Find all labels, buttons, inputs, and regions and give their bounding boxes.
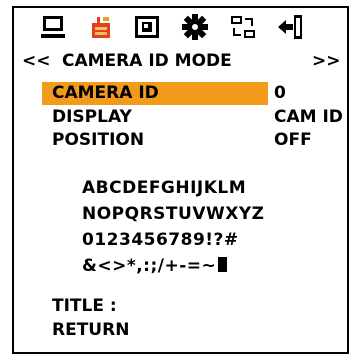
prev-mode-button[interactable]: << [22, 48, 51, 74]
menu-item-label: DISPLAY [52, 107, 132, 127]
charset-row[interactable]: ABCDEFGHIJKLM [82, 176, 246, 201]
menu-item-camera-id[interactable]: CAMERA ID 0 [42, 82, 342, 105]
charset-symbols[interactable]: &<>*,:;/+-=~ [82, 256, 216, 276]
network-icon[interactable] [228, 12, 258, 42]
menu-item-position[interactable]: POSITION OFF [42, 129, 342, 152]
title-label[interactable]: TITLE : [52, 294, 117, 318]
icon-bar [38, 8, 348, 44]
mode-title: CAMERA ID MODE [62, 51, 232, 71]
charset-row[interactable]: NOPQRSTUVWXYZ [82, 202, 264, 227]
menu-item-display[interactable]: DISPLAY CAM ID [42, 106, 343, 129]
camera-icon[interactable] [86, 12, 116, 42]
menu-item-value: 0 [274, 83, 286, 103]
text-cursor [218, 257, 228, 272]
gear-icon[interactable] [180, 12, 210, 42]
charset-row[interactable]: 0123456789!?# [82, 228, 239, 253]
monitor-icon[interactable] [38, 12, 68, 42]
charset-row-symbols[interactable]: &<>*,:;/+-=~ [82, 254, 228, 279]
tv-icon[interactable] [132, 12, 162, 42]
menu-item-label: CAMERA ID [52, 83, 159, 103]
menu-item-value: CAM ID [274, 107, 343, 127]
osd-menu-frame: << CAMERA ID MODE >> CAMERA ID 0 DISPLAY… [12, 6, 349, 354]
next-mode-button[interactable]: >> [312, 48, 341, 74]
return-button[interactable]: RETURN [52, 318, 129, 342]
menu-item-label: POSITION [52, 130, 145, 150]
mode-header: << CAMERA ID MODE >> [22, 48, 347, 74]
exit-icon[interactable] [276, 12, 306, 42]
menu-item-value: OFF [274, 130, 312, 150]
